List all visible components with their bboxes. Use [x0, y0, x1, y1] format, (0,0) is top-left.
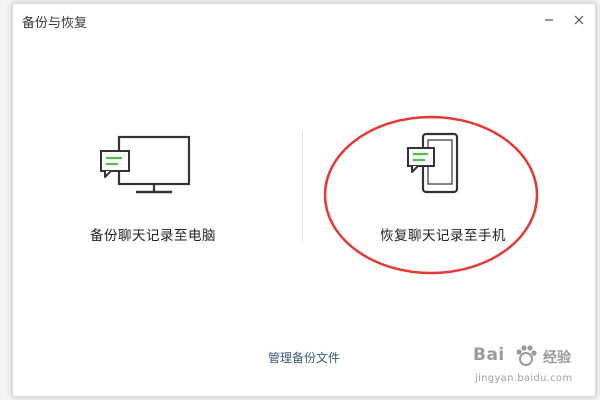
close-icon [574, 15, 584, 25]
paw-icon [516, 345, 537, 366]
minimize-icon [545, 19, 553, 21]
baidu-logo: Bai [473, 345, 505, 365]
watermark-url: jingyan.baidu.com [475, 373, 573, 384]
vertical-divider [302, 131, 303, 243]
watermark-text: 经验 [543, 350, 571, 366]
monitor-chat-icon [100, 135, 191, 194]
backup-to-pc-label: 备份聊天记录至电脑 [90, 228, 216, 244]
window-title: 备份与恢复 [22, 16, 88, 31]
title-bar[interactable]: 备份与恢复 [13, 4, 595, 38]
restore-to-phone-label: 恢复聊天记录至手机 [380, 228, 506, 244]
phone-chat-icon [407, 132, 459, 194]
backup-restore-dialog: 备份与恢复 备份聊天记录至电脑 恢复聊天记录至手机 管理备份文件 Bai 经验 … [12, 3, 596, 397]
backup-to-pc-option[interactable]: 备份聊天记录至电脑 [53, 129, 253, 249]
restore-to-phone-option[interactable]: 恢复聊天记录至手机 [343, 129, 543, 249]
close-button[interactable] [569, 10, 589, 30]
minimize-button[interactable] [539, 10, 559, 30]
baidu-jingyan-watermark: Bai 经验 jingyan.baidu.com [465, 339, 600, 395]
